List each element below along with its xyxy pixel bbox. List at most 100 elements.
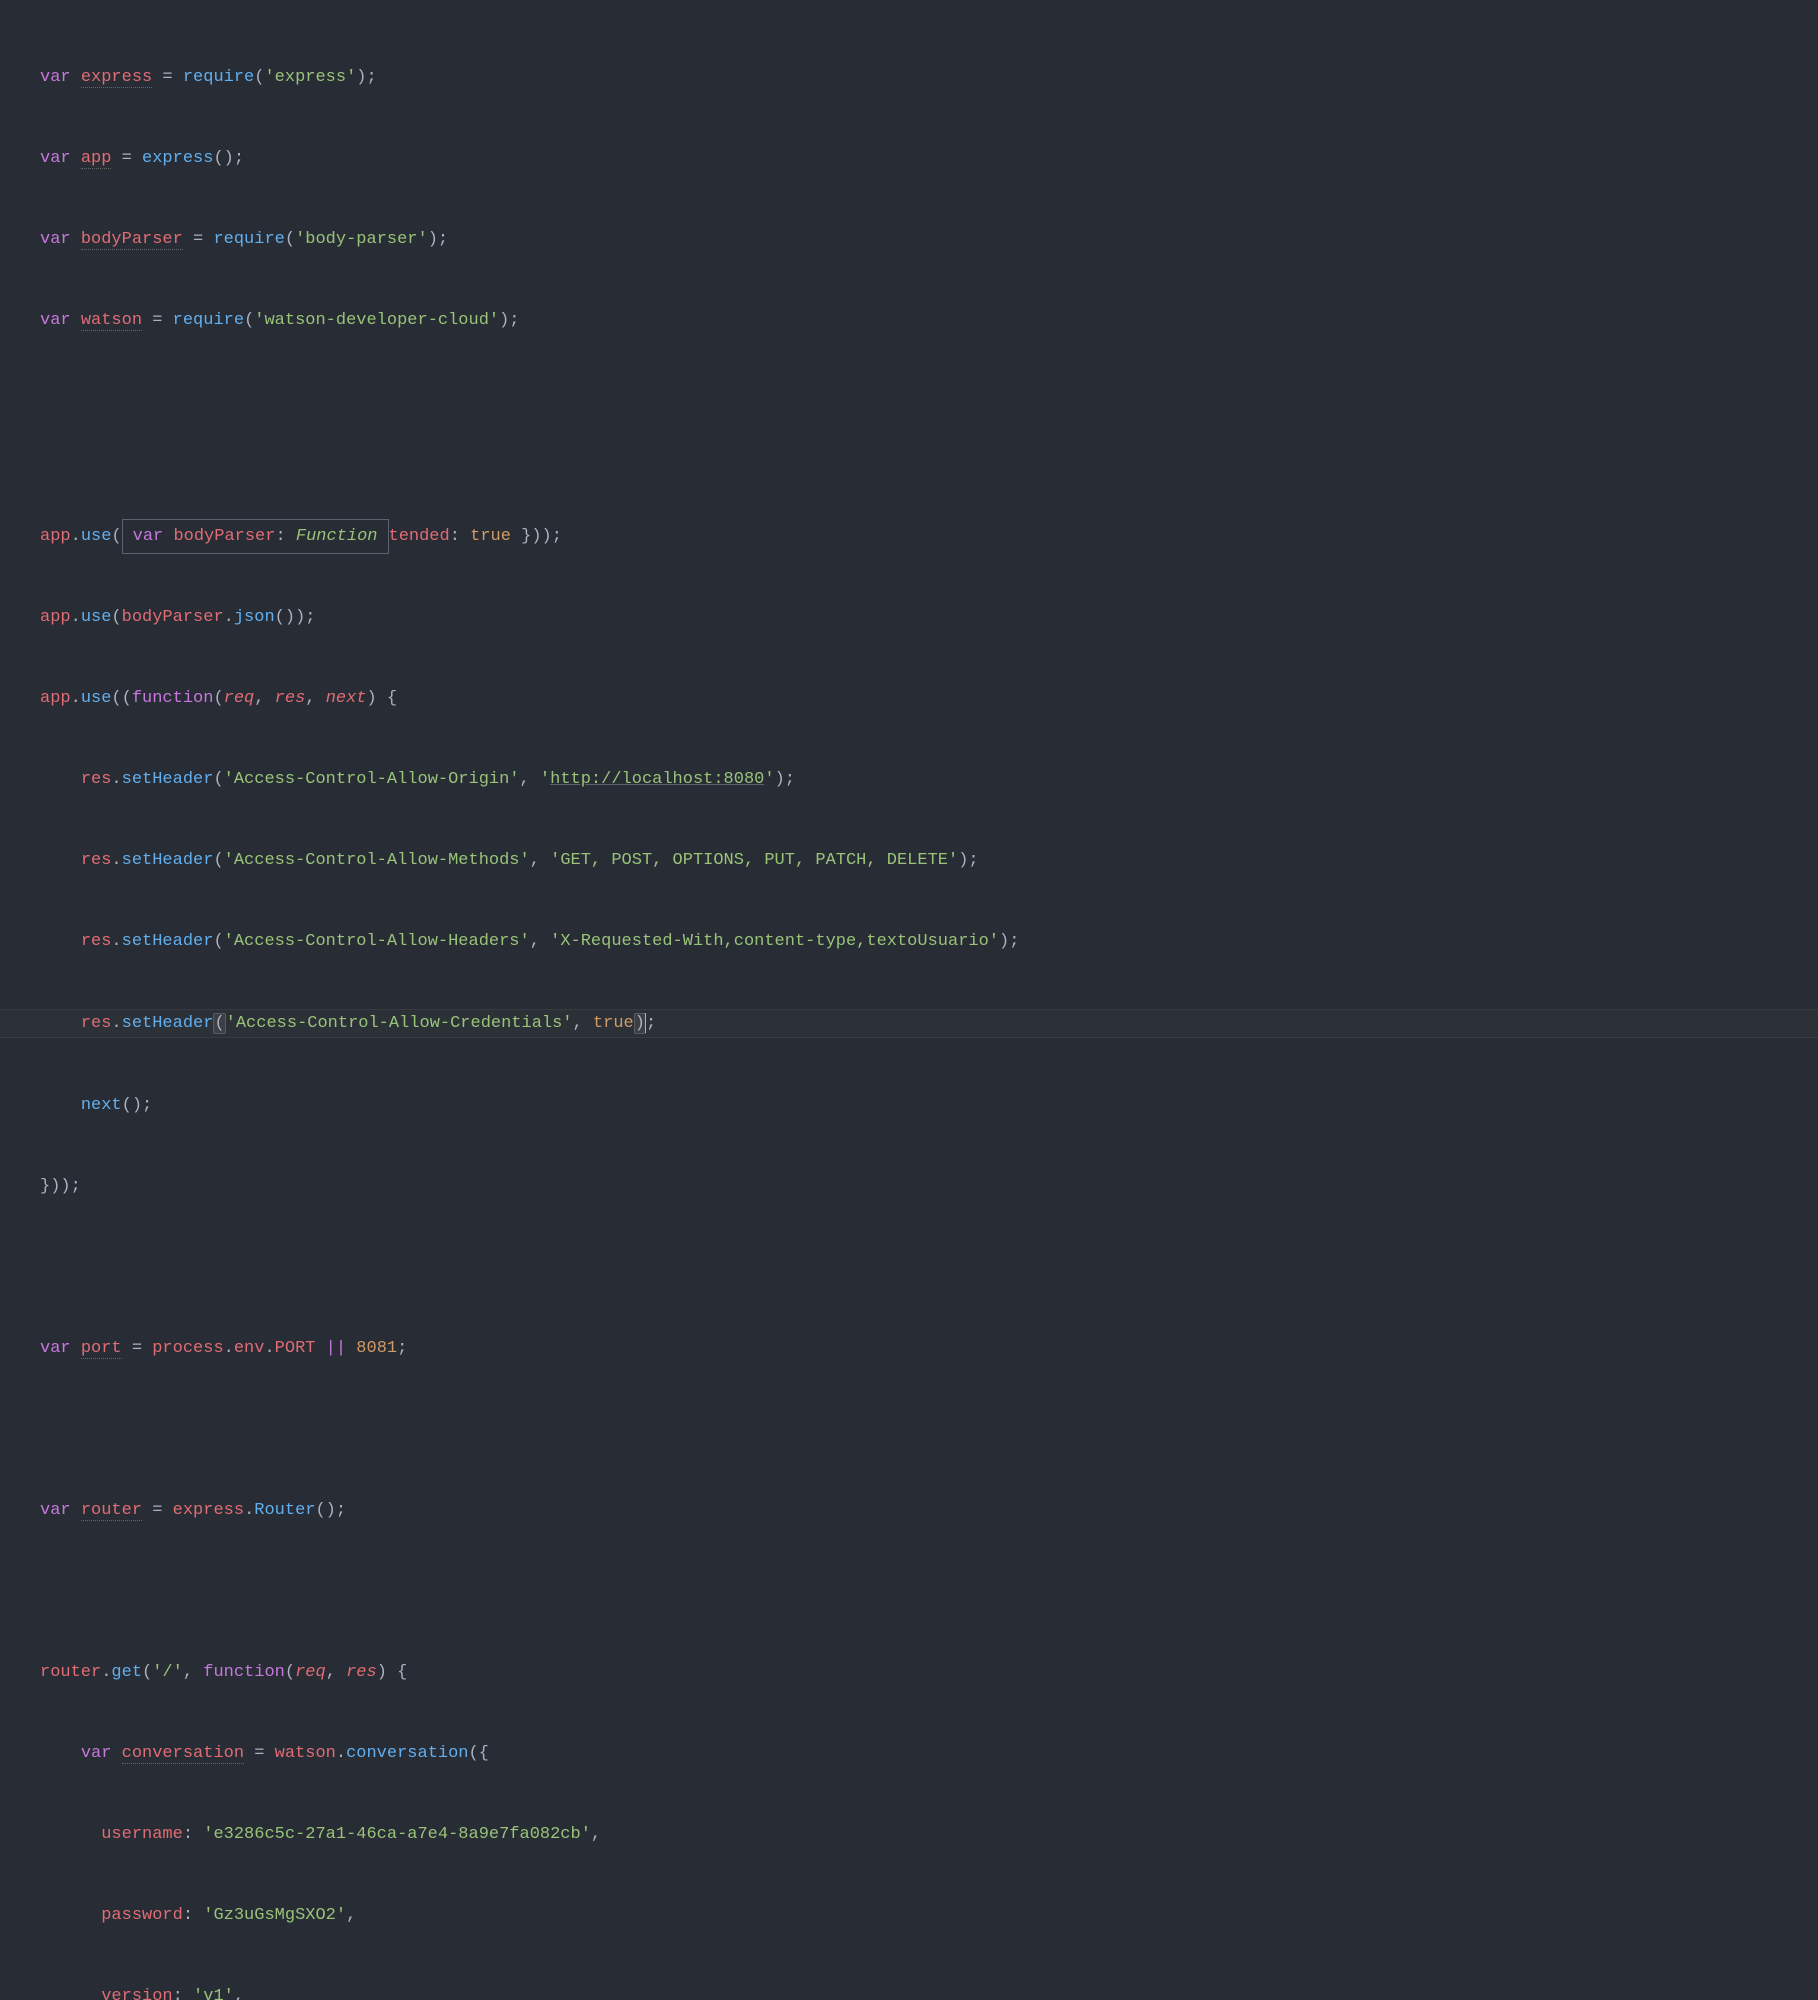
punct: . — [264, 1339, 274, 1358]
code-line[interactable]: version: 'v1', — [40, 1983, 1818, 2000]
punct: ( — [285, 230, 295, 249]
param: req — [295, 1663, 326, 1682]
punct: . — [111, 932, 121, 951]
keyword: function — [203, 1663, 285, 1682]
code-line[interactable] — [40, 442, 1818, 469]
identifier: express — [81, 68, 152, 88]
punct: ( — [213, 851, 223, 870]
number: 8081 — [356, 1339, 397, 1358]
punct: . — [111, 770, 121, 789]
identifier: app — [81, 149, 112, 169]
punct: ; — [397, 1339, 407, 1358]
code-line[interactable]: router.get('/', function(req, res) { — [40, 1659, 1818, 1686]
punct: ( — [111, 608, 121, 627]
keyword: var — [40, 311, 71, 330]
punct: ); — [499, 311, 519, 330]
punct: = — [244, 1744, 275, 1763]
fn-call: use — [81, 689, 112, 708]
code-line[interactable]: var router = express.Router(); — [40, 1497, 1818, 1524]
code-line[interactable]: app.use(bodyParser.json()); — [40, 604, 1818, 631]
identifier: bodyParser — [81, 230, 183, 250]
code-line[interactable]: var express = require('express'); — [40, 64, 1818, 91]
punct: ( — [244, 311, 254, 330]
code-line[interactable]: })); — [40, 1173, 1818, 1200]
punct: (); — [315, 1501, 346, 1520]
string: ' — [764, 770, 774, 789]
identifier: res — [81, 1014, 112, 1033]
code-line[interactable]: var watson = require('watson-developer-c… — [40, 307, 1818, 334]
string: 'e3286c5c-27a1-46ca-a7e4-8a9e7fa082cb' — [203, 1825, 591, 1844]
code-line[interactable] — [40, 388, 1818, 415]
string: ' — [540, 770, 550, 789]
code-line[interactable]: username: 'e3286c5c-27a1-46ca-a7e4-8a9e7… — [40, 1821, 1818, 1848]
punct: , — [530, 851, 550, 870]
string: 'v1' — [193, 1987, 234, 2000]
code-line[interactable]: var app = express(); — [40, 145, 1818, 172]
code-line[interactable] — [40, 1416, 1818, 1443]
string: 'watson-developer-cloud' — [254, 311, 499, 330]
code-line[interactable]: res.setHeader('Access-Control-Allow-Meth… — [40, 847, 1818, 874]
fn-call: setHeader — [122, 932, 214, 951]
identifier: app — [40, 608, 71, 627]
punct: = — [152, 68, 183, 87]
fn-call: json — [234, 608, 275, 627]
fn-call: use — [81, 608, 112, 627]
punct: . — [244, 1501, 254, 1520]
string: 'X-Requested-With,content-type,textoUsua… — [550, 932, 999, 951]
identifier: app — [40, 689, 71, 708]
punct: . — [224, 1339, 234, 1358]
fn-call: setHeader — [122, 1014, 214, 1033]
keyword: var — [40, 68, 71, 87]
punct: ( — [213, 932, 223, 951]
string: 'GET, POST, OPTIONS, PUT, PATCH, DELETE' — [550, 851, 958, 870]
code-line[interactable]: next(); — [40, 1092, 1818, 1119]
code-line[interactable]: app.use((function(req, res, next) { — [40, 685, 1818, 712]
identifier: app — [40, 527, 71, 546]
punct: ); — [958, 851, 978, 870]
punct: ); — [999, 932, 1019, 951]
punct: = — [183, 230, 214, 249]
code-line[interactable]: res.setHeader('Access-Control-Allow-Orig… — [40, 766, 1818, 793]
punct: , — [591, 1825, 601, 1844]
punct: . — [336, 1744, 346, 1763]
code-line-active[interactable]: res.setHeader('Access-Control-Allow-Cred… — [0, 1009, 1818, 1038]
string: 'Access-Control-Allow-Credentials' — [226, 1014, 573, 1033]
keyword: var — [40, 1501, 71, 1520]
string: '/' — [152, 1663, 183, 1682]
code-line[interactable]: res.setHeader('Access-Control-Allow-Head… — [40, 928, 1818, 955]
code-line[interactable]: var bodyParser = require('body-parser'); — [40, 226, 1818, 253]
code-line[interactable]: var port = process.env.PORT || 8081; — [40, 1335, 1818, 1362]
punct: , — [183, 1663, 203, 1682]
param: req — [224, 689, 255, 708]
string: 'body-parser' — [295, 230, 428, 249]
identifier: port — [81, 1339, 122, 1359]
punct: = — [142, 1501, 173, 1520]
punct: ({ — [469, 1744, 489, 1763]
fn-call: get — [111, 1663, 142, 1682]
const: true — [470, 527, 511, 546]
param: res — [346, 1663, 377, 1682]
code-editor[interactable]: var express = require('express'); var ap… — [0, 0, 1818, 2000]
indent — [40, 932, 81, 951]
fn-call: require — [213, 230, 284, 249]
identifier: bodyParser — [173, 527, 275, 546]
fn-call: require — [183, 68, 254, 87]
code-line[interactable]: var conversation = watson.conversation({ — [40, 1740, 1818, 1767]
punct: , — [305, 689, 325, 708]
code-line[interactable] — [40, 1578, 1818, 1605]
punct: , — [530, 932, 550, 951]
string: 'Access-Control-Allow-Methods' — [224, 851, 530, 870]
punct: : — [450, 527, 470, 546]
identifier: watson — [81, 311, 142, 331]
code-line[interactable] — [40, 1254, 1818, 1281]
code-line[interactable]: password: 'Gz3uGsMgSXO2', — [40, 1902, 1818, 1929]
prop: password — [101, 1906, 183, 1925]
hover-tooltip: var bodyParser: Function — [122, 519, 389, 554]
punct: , — [254, 689, 274, 708]
punct: , — [520, 770, 540, 789]
keyword: var — [40, 149, 71, 168]
punct: = — [122, 1339, 153, 1358]
code-line[interactable]: app.use(var bodyParser: Functiontended: … — [40, 523, 1818, 550]
identifier: res — [81, 770, 112, 789]
punct: , — [326, 1663, 346, 1682]
